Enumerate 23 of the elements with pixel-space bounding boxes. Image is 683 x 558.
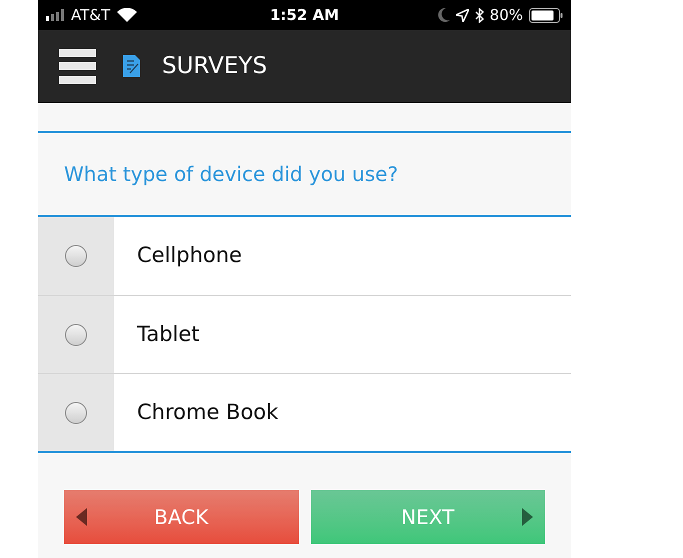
document-edit-icon xyxy=(123,55,140,77)
battery-percent: 80% xyxy=(490,4,523,26)
location-arrow-icon xyxy=(456,8,469,22)
right-triangle-icon xyxy=(522,508,533,526)
battery-icon xyxy=(529,8,563,22)
carrier-name: AT&T xyxy=(71,4,110,26)
bluetooth-icon xyxy=(474,8,484,22)
radio-button[interactable] xyxy=(65,245,87,267)
option-label: Cellphone xyxy=(137,242,242,270)
question-text: What type of device did you use? xyxy=(64,161,398,188)
radio-button[interactable] xyxy=(65,324,87,346)
radio-button[interactable] xyxy=(65,402,87,424)
menu-button[interactable] xyxy=(59,48,96,84)
header-title: SURVEYS xyxy=(162,52,268,81)
answer-option[interactable]: Chrome Book xyxy=(38,373,571,451)
option-label: Tablet xyxy=(137,320,200,348)
status-time: 1:52 AM xyxy=(270,6,340,24)
wifi-icon xyxy=(117,8,138,22)
answer-option[interactable]: Tablet xyxy=(38,295,571,373)
left-triangle-icon xyxy=(76,508,87,526)
answer-option[interactable]: Cellphone xyxy=(38,217,571,295)
moon-icon xyxy=(438,8,450,22)
option-label: Chrome Book xyxy=(137,398,278,426)
